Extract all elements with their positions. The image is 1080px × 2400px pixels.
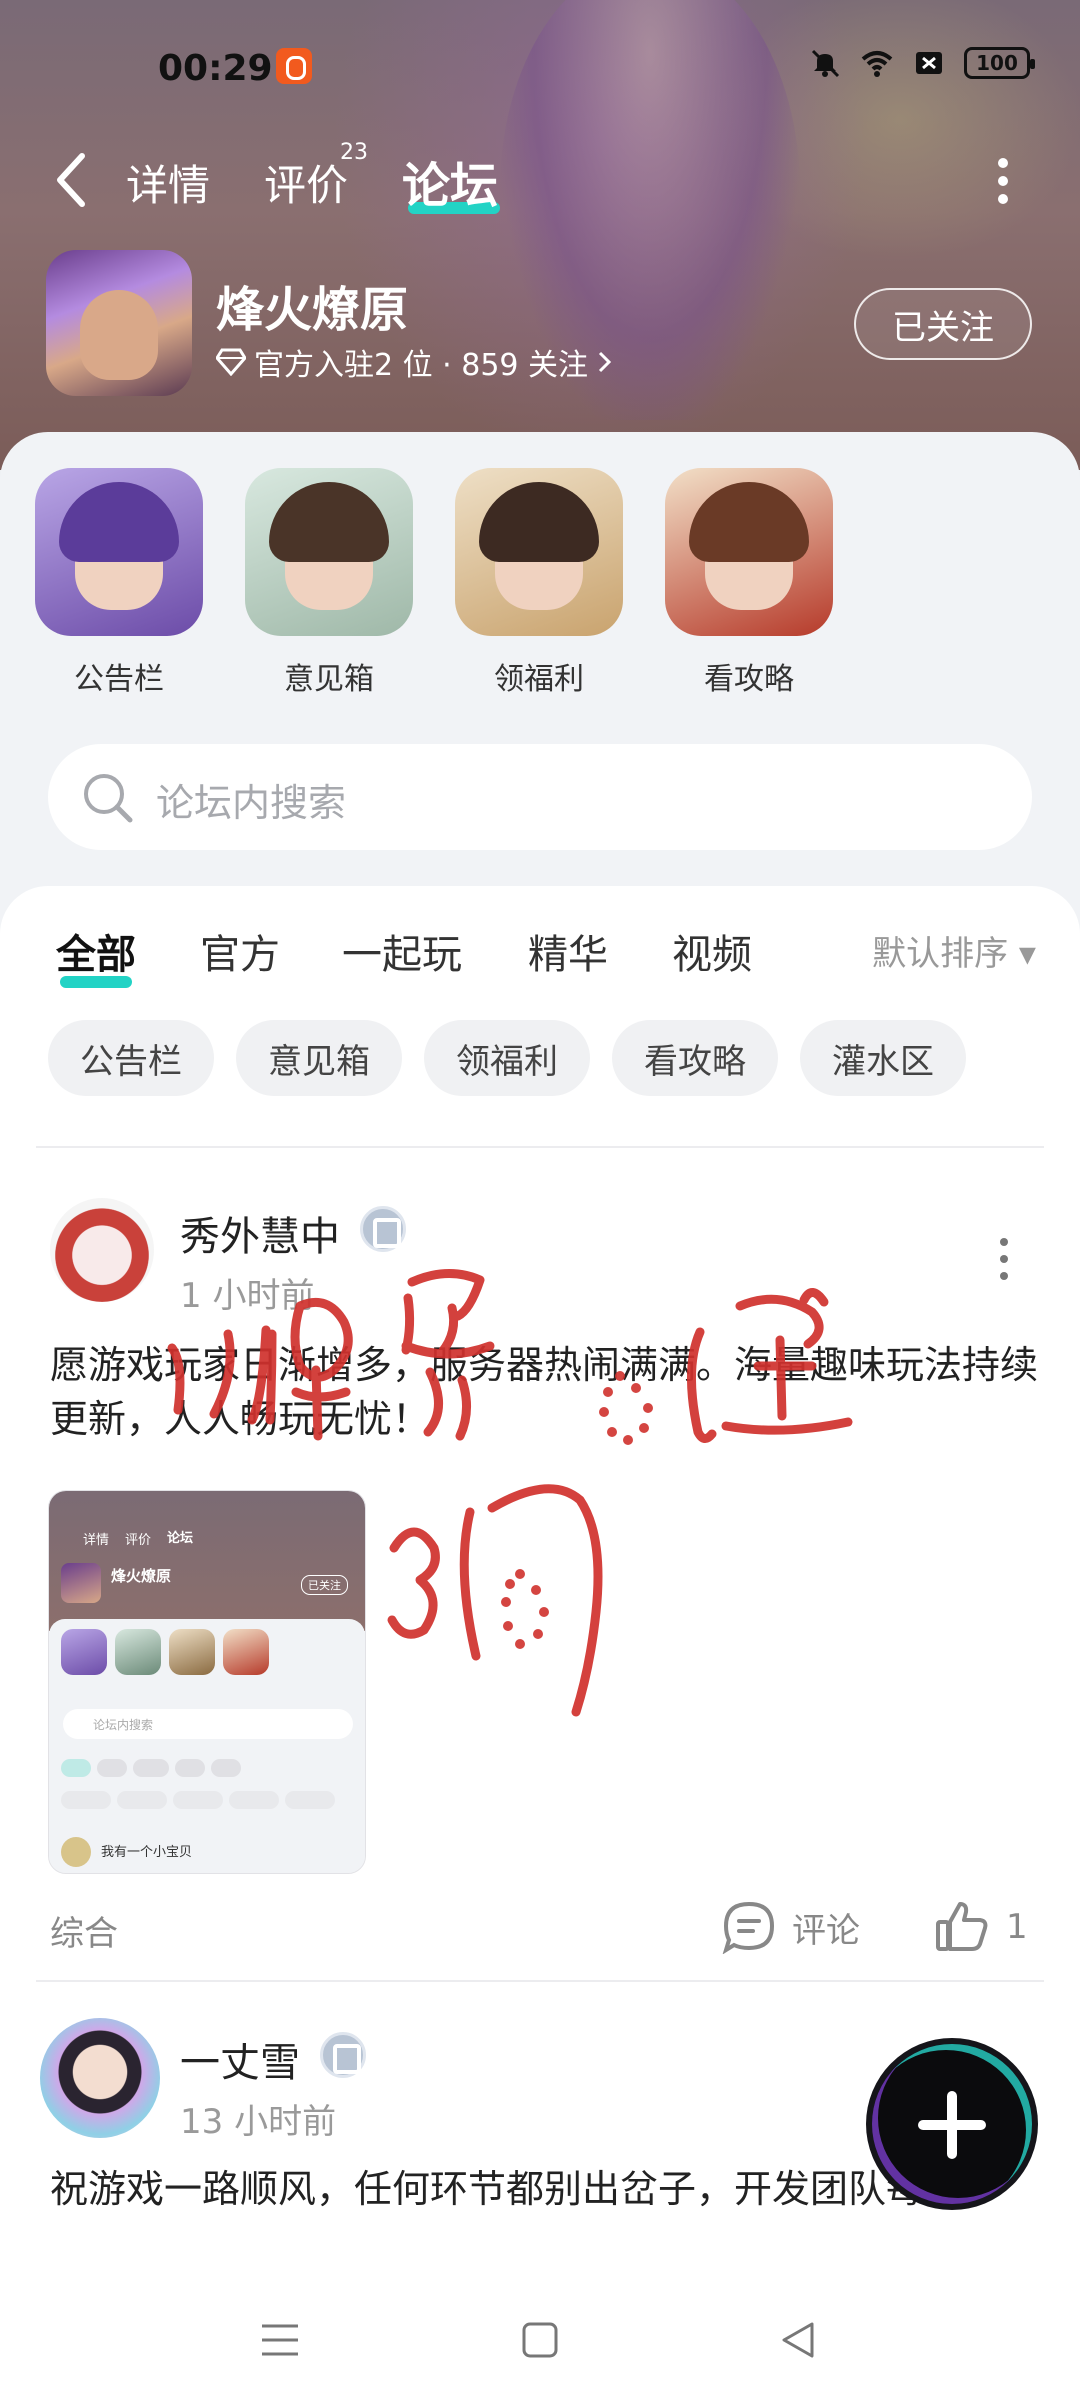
user-level-badge-icon — [360, 1206, 406, 1252]
thumb-tab-forum: 论坛 — [167, 1531, 194, 1546]
thumb-tab-review: 评价 — [125, 1533, 152, 1548]
shortcut-label: 看攻略 — [704, 662, 794, 697]
feed-tab-all[interactable]: 全部 — [56, 922, 136, 980]
post-footer: 综合 评论 1 — [50, 1900, 1030, 1960]
new-post-button[interactable] — [872, 2044, 1032, 2204]
divider — [36, 1980, 1044, 1982]
feedback-character-image — [245, 468, 413, 636]
forum-meta-text: 官方入驻2 位 · 859 关注 — [254, 348, 589, 383]
menu-icon[interactable] — [258, 2318, 302, 2362]
feed-tab-video[interactable]: 视频 — [672, 922, 752, 980]
status-bar: 00:29 100 — [0, 40, 1080, 96]
user-avatar[interactable] — [50, 1198, 154, 1302]
sort-dropdown[interactable]: 默认排序 ▾ — [872, 926, 1036, 975]
thumbs-up-icon — [936, 1902, 988, 1951]
caret-down-icon: ▾ — [1018, 934, 1036, 974]
feed-tab-official[interactable]: 官方 — [200, 922, 280, 980]
category-chips: 公告栏 意见箱 领福利 看攻略 灌水区 — [48, 1020, 966, 1100]
app-notification-icon — [276, 48, 312, 84]
comment-icon — [722, 1901, 775, 1954]
post-image-thumbnail[interactable]: 详情 评价 论坛 烽火燎原 已关注 论坛内搜索 我有一个小宝贝 — [48, 1490, 366, 1874]
home-icon[interactable] — [518, 2318, 562, 2362]
thumb-follow: 已关注 — [301, 1575, 348, 1595]
post-username[interactable]: 一丈雪 — [180, 2030, 300, 2088]
chip-guides[interactable]: 看攻略 — [612, 1020, 778, 1096]
status-time: 00:29 — [158, 48, 273, 89]
post-username[interactable]: 秀外慧中 — [180, 1204, 340, 1262]
forum-shortcuts: 公告栏 意见箱 领福利 看攻略 — [34, 468, 1054, 697]
announcements-character-image — [35, 468, 203, 636]
divider — [36, 1146, 1044, 1148]
forum-meta[interactable]: 官方入驻2 位 · 859 关注 — [216, 340, 614, 384]
thumb-shortcuts — [61, 1629, 269, 1675]
search-icon — [84, 774, 133, 823]
thumb-post-user: 我有一个小宝贝 — [101, 1845, 193, 1860]
shortcut-label: 公告栏 — [74, 662, 164, 697]
battery-indicator: 100 — [964, 47, 1035, 79]
tab-review[interactable]: 评价 — [264, 152, 348, 213]
wifi-icon — [861, 51, 893, 77]
thumb-tabs-line — [61, 1759, 241, 1777]
shortcut-rewards[interactable]: 领福利 — [454, 468, 624, 698]
forum-profile: 烽火燎原 官方入驻2 位 · 859 关注 已关注 — [46, 250, 1046, 400]
chip-feedback[interactable]: 意见箱 — [236, 1020, 402, 1096]
chip-casual[interactable]: 灌水区 — [800, 1020, 966, 1096]
comment-label: 评论 — [792, 1910, 860, 1951]
back-arrow-icon[interactable] — [52, 150, 92, 210]
like-count: 1 — [1006, 1907, 1028, 1947]
system-navigation-bar — [0, 2280, 1080, 2400]
thumb-chips — [61, 1791, 335, 1809]
comment-button[interactable]: 评论 — [720, 1900, 860, 1954]
thumb-post-avatar — [61, 1837, 91, 1867]
shortcut-feedback[interactable]: 意见箱 — [244, 468, 414, 698]
shortcut-announcements[interactable]: 公告栏 — [34, 468, 204, 698]
forum-name: 烽火燎原 — [216, 282, 409, 338]
thumb-search: 论坛内搜索 — [63, 1709, 353, 1739]
thumb-avatar — [61, 1563, 101, 1603]
mute-icon — [811, 49, 840, 78]
post-time: 13 小时前 — [180, 2102, 337, 2142]
shortcut-label: 意见箱 — [284, 662, 374, 697]
forum-avatar[interactable] — [46, 250, 192, 396]
diamond-icon — [216, 348, 246, 376]
feed-tabs: 全部 官方 一起玩 精华 视频 默认排序 ▾ — [56, 922, 1036, 1002]
post-card[interactable]: 秀外慧中 1 小时前 愿游戏玩家日渐增多，服务器热闹满满。海量趣味玩法持续更新，… — [0, 1198, 1080, 1954]
guides-character-image — [665, 468, 833, 636]
chip-rewards[interactable]: 领福利 — [424, 1020, 590, 1096]
tab-forum[interactable]: 论坛 — [402, 146, 498, 216]
shortcut-guides[interactable]: 看攻略 — [664, 468, 834, 698]
post-text: 愿游戏玩家日渐增多，服务器热闹满满。海量趣味玩法持续更新，人人畅玩无忧！ — [50, 1343, 1039, 1441]
user-avatar[interactable] — [40, 2018, 160, 2138]
search-placeholder: 论坛内搜索 — [156, 781, 347, 825]
battery-level: 100 — [976, 51, 1018, 75]
more-options-icon[interactable] — [996, 156, 1010, 206]
review-count-badge: 23 — [340, 140, 368, 165]
post-category[interactable]: 综合 — [50, 1906, 118, 1955]
chevron-right-icon — [598, 351, 612, 373]
follow-button[interactable]: 已关注 — [854, 288, 1032, 360]
thumb-forum-name: 烽火燎原 — [111, 1567, 172, 1585]
feed-tab-featured[interactable]: 精华 — [528, 922, 608, 980]
rewards-character-image — [455, 468, 623, 636]
top-navigation: 详情 评价 23 论坛 — [0, 140, 1080, 220]
feed-tab-play-together[interactable]: 一起玩 — [342, 922, 462, 980]
post-more-icon[interactable] — [998, 1236, 1010, 1282]
user-level-badge-icon — [320, 2032, 366, 2078]
shortcut-label: 领福利 — [494, 662, 584, 697]
like-button[interactable]: 1 — [934, 1900, 1028, 1954]
back-icon[interactable] — [776, 2318, 820, 2362]
thumb-search-placeholder: 论坛内搜索 — [93, 1718, 154, 1732]
sort-label: 默认排序 — [872, 934, 1009, 974]
thumb-header — [49, 1491, 365, 1631]
post-time: 1 小时前 — [180, 1276, 315, 1316]
forum-search-bar[interactable]: 论坛内搜索 — [48, 744, 1032, 850]
chip-announcements[interactable]: 公告栏 — [48, 1020, 214, 1096]
tab-detail[interactable]: 详情 — [126, 152, 210, 213]
thumb-tab-detail: 详情 — [83, 1533, 110, 1548]
no-sim-icon — [916, 52, 942, 74]
